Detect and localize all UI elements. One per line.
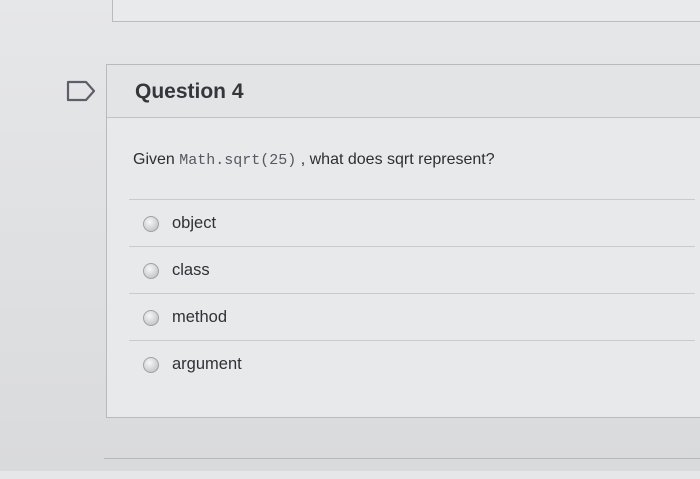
question-title: Question 4	[135, 80, 244, 103]
answer-option-method[interactable]: method	[129, 293, 695, 341]
answer-option-class[interactable]: class	[129, 246, 695, 294]
prompt-suffix: , what does sqrt represent?	[300, 151, 495, 168]
answer-option-object[interactable]: object	[129, 199, 695, 247]
radio-button[interactable]	[143, 309, 159, 326]
answer-label: argument	[172, 355, 242, 373]
prompt-code: Math.sqrt(25)	[179, 152, 297, 169]
answer-label: method	[172, 308, 228, 326]
question-prompt: Given Math.sqrt(25) , what does sqrt rep…	[133, 151, 495, 169]
answer-option-argument[interactable]: argument	[129, 340, 695, 388]
question-header: Question 4	[107, 65, 700, 118]
flag-question-icon[interactable]	[66, 80, 98, 102]
answer-label: class	[172, 261, 210, 279]
radio-button[interactable]	[143, 356, 159, 373]
radio-button[interactable]	[143, 262, 159, 279]
previous-question-card	[112, 0, 700, 22]
question-card: Question 4 Given Math.sqrt(25) , what do…	[106, 64, 700, 418]
radio-button[interactable]	[143, 215, 159, 232]
prompt-prefix: Given	[133, 151, 175, 168]
answer-label: object	[172, 214, 217, 232]
next-question-card	[104, 458, 700, 479]
